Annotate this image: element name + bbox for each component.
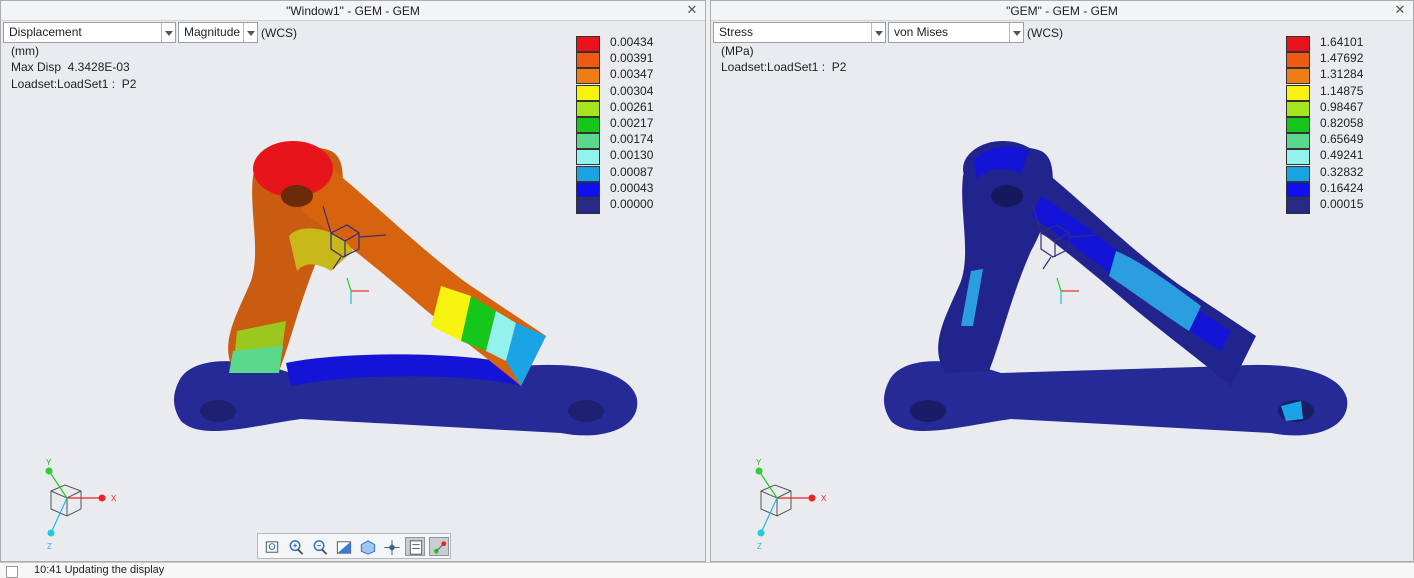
status-bar: 10:41 Updating the display (0, 562, 1414, 578)
refit-icon[interactable] (261, 537, 281, 556)
view-triad-icon (45, 467, 106, 537)
status-message: 10:41 Updating the display (34, 564, 165, 576)
status-checkbox[interactable] (6, 566, 18, 578)
right-result-window[interactable]: "GEM" - GEM - GEM ✕ Stress von Mises (WC… (710, 0, 1414, 562)
left-result-window[interactable]: "Window1" - GEM - GEM ✕ Displacement Mag… (0, 0, 706, 562)
triad-x-label: X (111, 494, 117, 503)
left-hole (200, 400, 236, 422)
view-toolbar (257, 533, 451, 559)
triad-z-label: Z (757, 542, 762, 551)
right-model-viewport[interactable]: X Y Z (711, 1, 1413, 561)
view-triad-icon (755, 467, 816, 537)
top-hole (991, 185, 1023, 207)
mini-triad-icon (346, 277, 369, 304)
left-hole (910, 400, 946, 422)
spin-center-icon[interactable] (381, 537, 401, 556)
triad-y-label: Y (46, 458, 52, 467)
right-hole (568, 400, 604, 422)
left-model-viewport[interactable]: X Y Z (1, 1, 705, 561)
triad-y-label: Y (756, 458, 762, 467)
display-style-icon[interactable] (405, 537, 425, 556)
view-orient-icon[interactable] (357, 537, 377, 556)
triad-x-label: X (821, 494, 827, 503)
top-hole (281, 185, 313, 207)
triad-z-label: Z (47, 542, 52, 551)
zoom-in-icon[interactable] (285, 537, 305, 556)
zoom-out-icon[interactable] (309, 537, 329, 556)
mini-triad-icon (1056, 277, 1079, 304)
datum-display-icon[interactable] (429, 537, 449, 556)
repaint-icon[interactable] (333, 537, 353, 556)
